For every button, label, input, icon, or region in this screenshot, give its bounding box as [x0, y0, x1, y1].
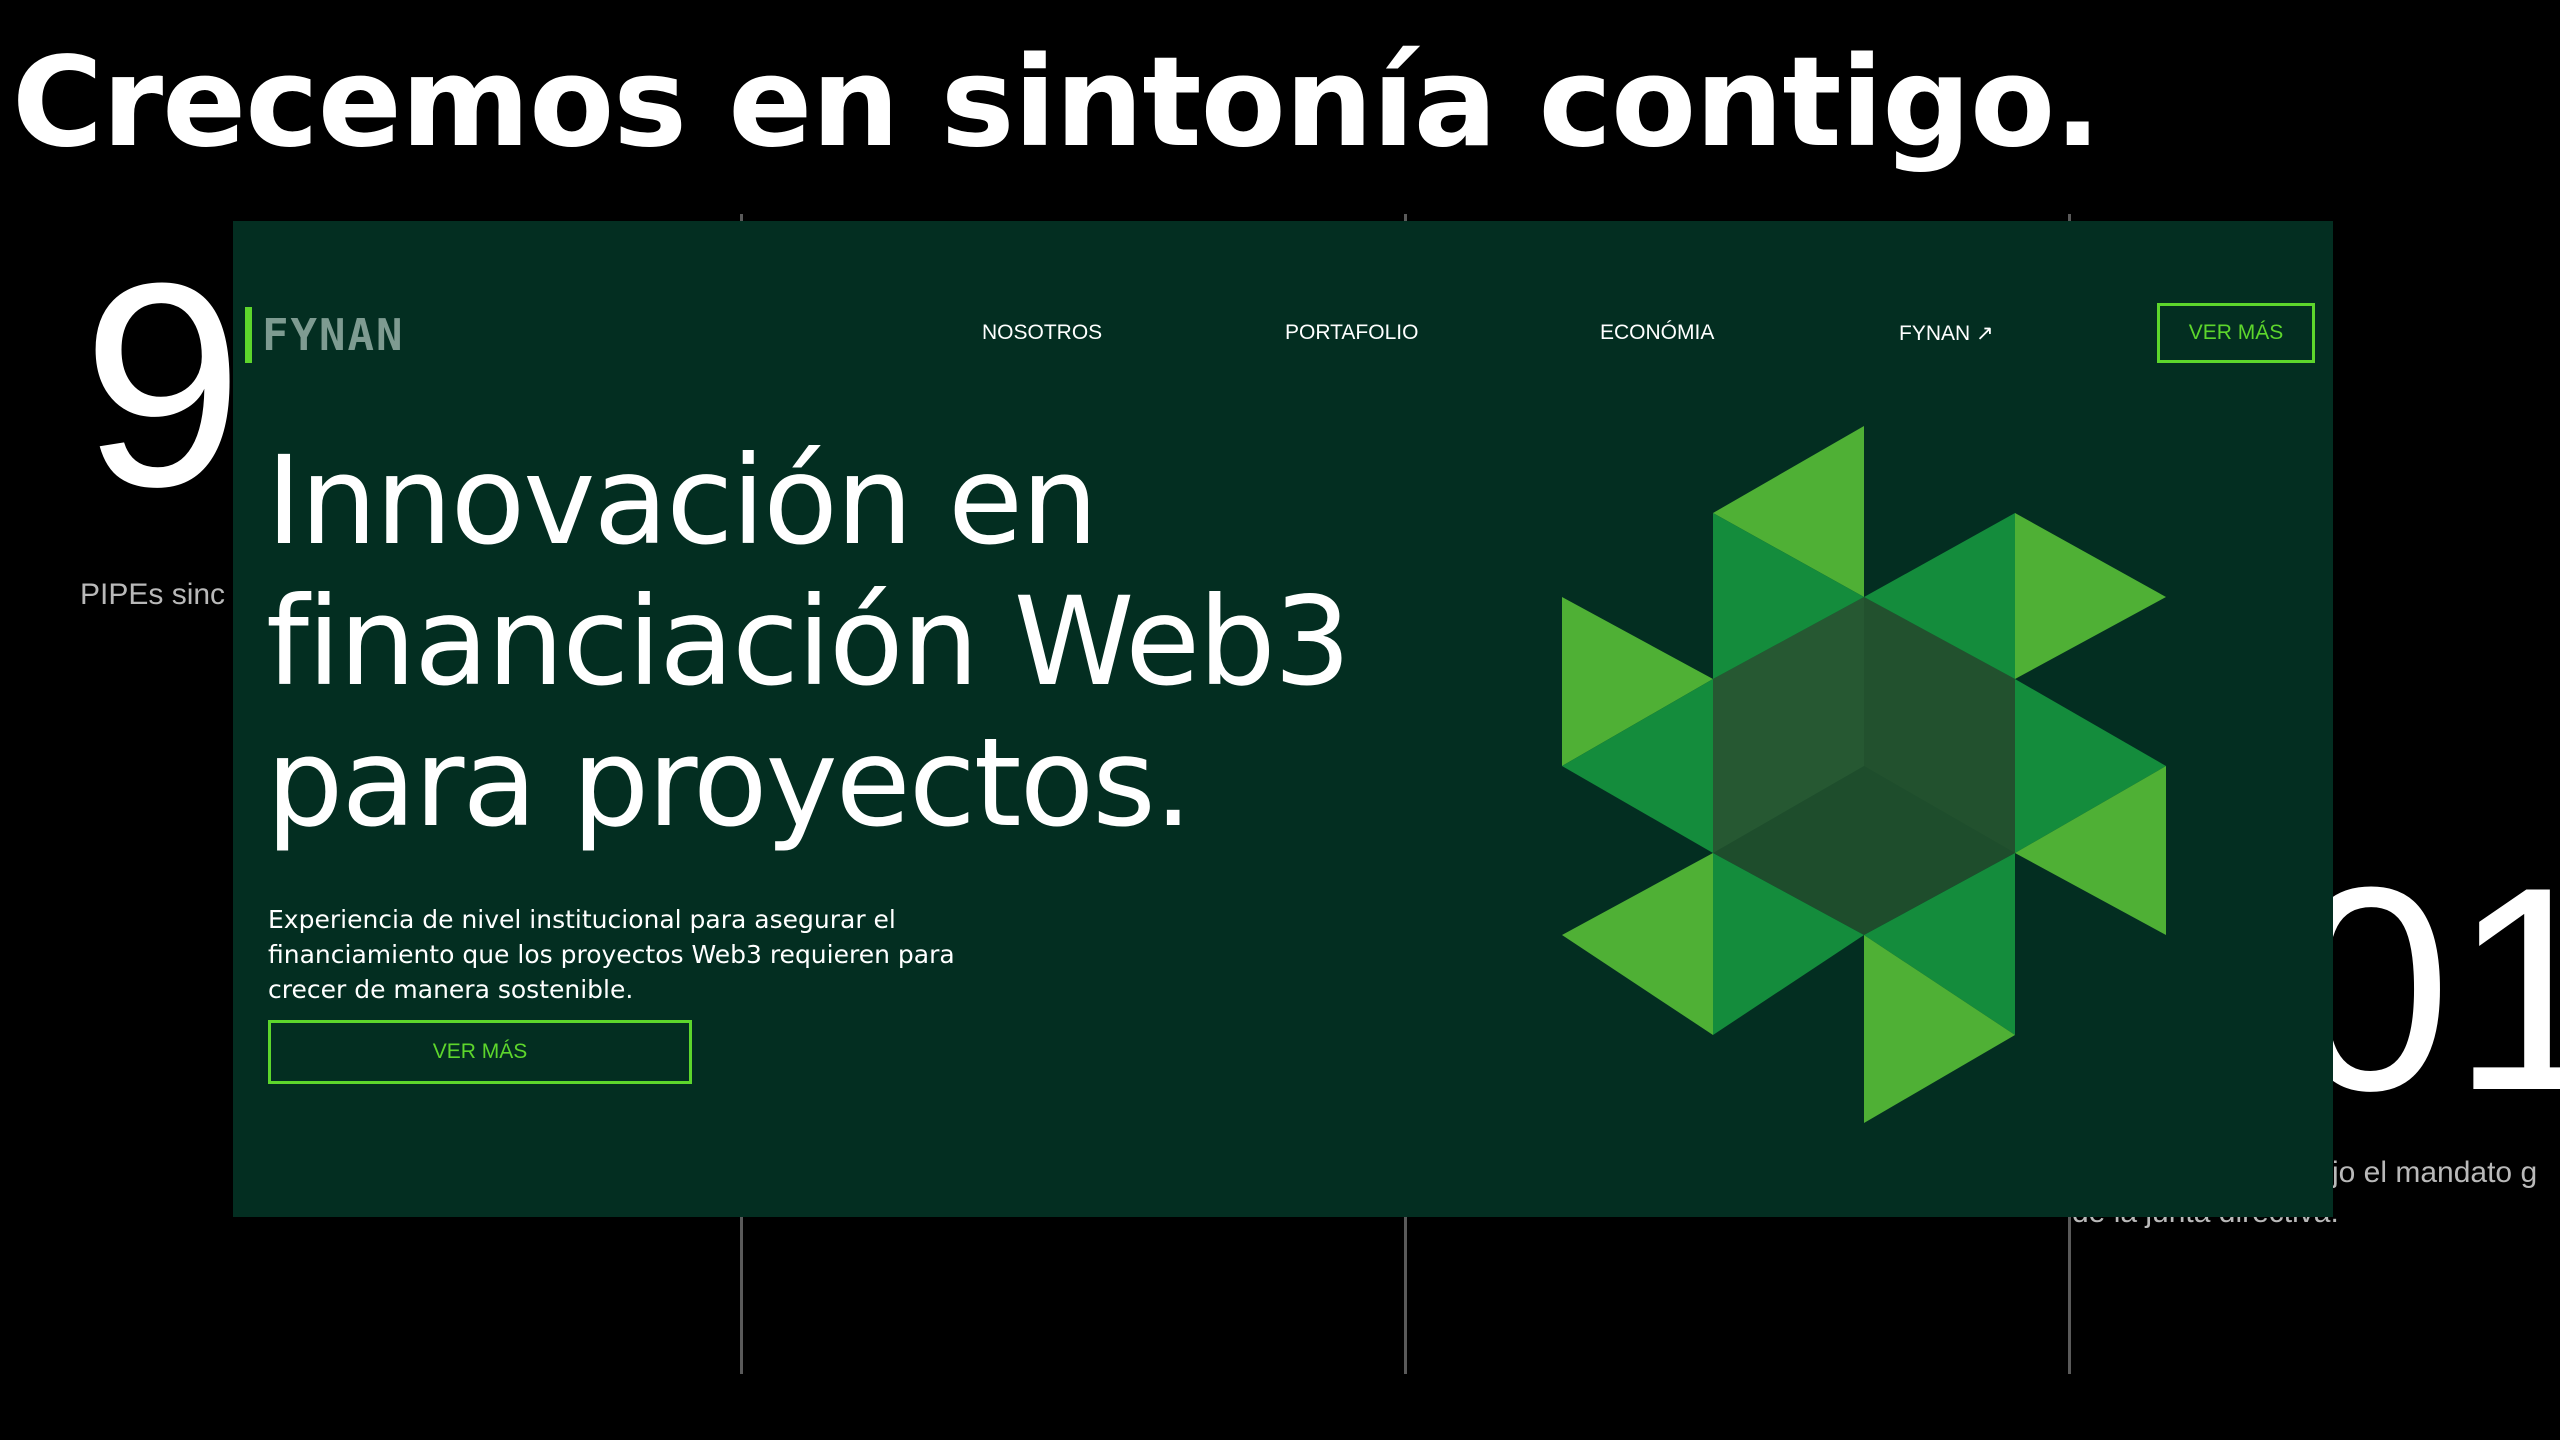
- geometric-triangle-star-icon: [1562, 426, 2166, 1123]
- stat-caption-left: PIPEs sinc: [80, 578, 226, 611]
- nav-link-economia[interactable]: ECONÓMIA: [1600, 321, 1714, 345]
- nav-link-portafolio[interactable]: PORTAFOLIO: [1285, 321, 1418, 345]
- slide-canvas: Crecemos en sintonía contigo. 9 PIPEs si…: [0, 0, 2560, 1440]
- hero-title: Innovación en financiación Web3 para pro…: [266, 430, 1351, 854]
- hero-subtitle: Experiencia de nivel institucional para …: [268, 905, 955, 1004]
- triangle: [2015, 513, 2166, 679]
- nav-link-nosotros[interactable]: NOSOTROS: [982, 321, 1102, 345]
- logo[interactable]: FYNAN: [245, 307, 404, 363]
- logo-accent-bar: [245, 307, 252, 363]
- nav-link-fynan[interactable]: FYNAN ↗: [1899, 321, 1994, 346]
- triangle: [1562, 853, 1713, 1035]
- hero-title-line: financiación Web3: [266, 571, 1351, 713]
- hero-screenshot: FYNAN NOSOTROS PORTAFOLIO ECONÓMIA FYNAN…: [233, 221, 2333, 1217]
- stat-number-left: 9: [82, 223, 244, 547]
- stat-caption-right: jo el mandato g: [2332, 1156, 2538, 1189]
- hero-title-line: Innovación en: [266, 430, 1098, 572]
- logo-text: FYNAN: [262, 309, 405, 361]
- hero-title-line: para proyectos.: [266, 712, 1193, 854]
- hero-ver-mas-button[interactable]: VER MÁS: [268, 1020, 692, 1084]
- page-heading: Crecemos en sintonía contigo.: [12, 31, 2101, 175]
- nav-ver-mas-button[interactable]: VER MÁS: [2157, 303, 2315, 363]
